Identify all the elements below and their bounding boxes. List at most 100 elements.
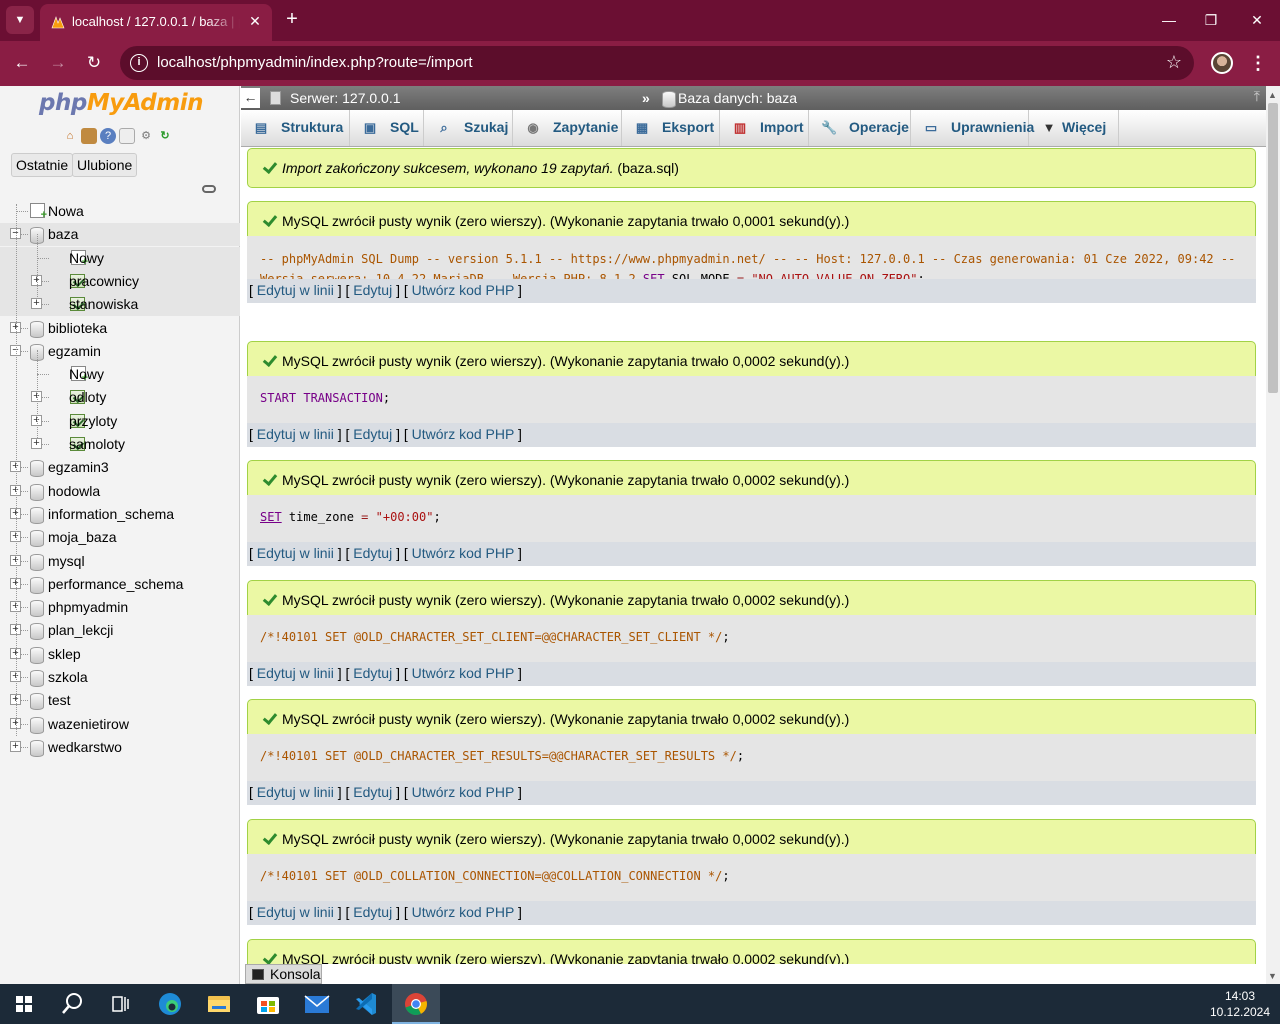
profile-avatar[interactable] <box>1211 52 1233 74</box>
tab-zapytanie[interactable]: ◉ Zapytanie <box>513 110 622 146</box>
tree-item-wedkarstwo[interactable]: + wedkarstwo <box>0 736 240 759</box>
minimize-button[interactable]: — <box>1158 10 1180 30</box>
scroll-up-arrow-icon[interactable]: ▲ <box>1268 90 1277 100</box>
restore-button[interactable]: ❐ <box>1200 10 1222 30</box>
tab-sql[interactable]: ▣ SQL <box>350 110 424 146</box>
site-info-icon[interactable]: i <box>130 54 148 72</box>
expand-icon[interactable]: + <box>10 741 21 752</box>
tree-item-nowy[interactable]: Nowy <box>0 363 240 386</box>
breadcrumb-server[interactable]: Serwer: 127.0.0.1 <box>290 90 401 106</box>
create-php-code-link[interactable]: Utwórz kod PHP <box>412 426 514 442</box>
browser-menu-icon[interactable]: ⋮ <box>1249 51 1267 75</box>
tree-item-phpmyadmin[interactable]: + phpmyadmin <box>0 596 240 619</box>
tree-item-test[interactable]: + test <box>0 689 240 712</box>
settings-gear-icon[interactable]: ⚙ <box>138 128 154 144</box>
help-icon[interactable]: ? <box>100 128 116 144</box>
tree-item-wazenietirow[interactable]: + wazenietirow <box>0 713 240 736</box>
edit-link[interactable]: Edytuj <box>353 282 392 298</box>
tab-struktura[interactable]: ▤ Struktura <box>241 110 350 146</box>
edit-link[interactable]: Edytuj <box>353 665 392 681</box>
browser-tab[interactable]: localhost / 127.0.0.1 / baza | phpMyAdmi… <box>40 4 272 41</box>
tree-item-hodowla[interactable]: + hodowla <box>0 480 240 503</box>
tab-eksport[interactable]: ▦ Eksport <box>622 110 720 146</box>
bookmark-star-icon[interactable]: ☆ <box>1166 52 1182 73</box>
edit-link[interactable]: Edytuj <box>353 904 392 920</box>
chrome-icon[interactable] <box>392 984 440 1024</box>
tree-item-sklep[interactable]: + sklep <box>0 643 240 666</box>
create-php-code-link[interactable]: Utwórz kod PHP <box>412 784 514 800</box>
tree-item-biblioteka[interactable]: + biblioteka <box>0 317 240 340</box>
tree-item-nowa[interactable]: Nowa <box>0 200 240 223</box>
tree-item-szkola[interactable]: + szkola <box>0 666 240 689</box>
new-tab-button[interactable]: + <box>281 9 303 31</box>
edit-link[interactable]: Edytuj <box>353 784 392 800</box>
create-php-code-link[interactable]: Utwórz kod PHP <box>412 545 514 561</box>
logout-icon[interactable] <box>81 128 97 144</box>
tab-wiecej[interactable]: ▼ Więcej <box>1029 110 1119 146</box>
tree-item-performance-schema[interactable]: + performance_schema <box>0 573 240 596</box>
reload-icon[interactable]: ↻ <box>83 52 105 74</box>
tree-item-odloty[interactable]: + odloty <box>0 386 240 409</box>
tree-item-przyloty[interactable]: + przyloty <box>0 410 240 433</box>
favorites-tab[interactable]: Ulubione <box>72 153 138 177</box>
tree-item-stanowiska[interactable]: + stanowiska <box>0 293 240 316</box>
collapse-nav-icon[interactable]: ← <box>241 88 260 108</box>
url-text[interactable]: localhost/phpmyadmin/index.php?route=/im… <box>157 54 473 71</box>
close-tab-icon[interactable]: ✕ <box>246 12 264 30</box>
mail-icon[interactable] <box>293 984 341 1024</box>
microsoft-store-icon[interactable] <box>244 984 292 1024</box>
tab-import[interactable]: ▥ Import <box>720 110 809 146</box>
scroll-top-icon[interactable]: ⤒ <box>1254 88 1260 105</box>
tree-item-mysql[interactable]: + mysql <box>0 550 240 573</box>
breadcrumb-database[interactable]: Baza danych: baza <box>678 90 797 106</box>
scrollbar-thumb[interactable] <box>1268 103 1278 393</box>
scroll-down-arrow-icon[interactable]: ▼ <box>1268 971 1277 981</box>
tree-item-pracownicy[interactable]: + pracownicy <box>0 270 240 293</box>
search-icon[interactable] <box>48 984 96 1024</box>
edit-link[interactable]: Edytuj <box>353 426 392 442</box>
address-bar[interactable]: i localhost/phpmyadmin/index.php?route=/… <box>120 46 1194 80</box>
forward-arrow-icon[interactable]: → <box>47 52 69 74</box>
tab-szukaj[interactable]: ⌕ Szukaj <box>424 110 513 146</box>
tree-item-samoloty[interactable]: + samoloty <box>0 433 240 456</box>
page-scrollbar[interactable]: ▲ ▼ <box>1266 86 1280 984</box>
tree-item-nowy[interactable]: Nowy <box>0 247 240 270</box>
tree-item-plan-lekcji[interactable]: + plan_lekcji <box>0 619 240 642</box>
edit-inline-link[interactable]: Edytuj w linii <box>257 545 334 561</box>
close-window-button[interactable]: ✕ <box>1246 10 1268 30</box>
refresh-icon[interactable]: ↻ <box>157 128 173 144</box>
link-with-main-panel-icon[interactable] <box>202 185 216 193</box>
edit-inline-link[interactable]: Edytuj w linii <box>257 904 334 920</box>
file-explorer-icon[interactable] <box>195 984 243 1024</box>
tree-item-moja-baza[interactable]: + moja_baza <box>0 526 240 549</box>
tab-uprawnienia[interactable]: ▭ Uprawnienia <box>911 110 1034 146</box>
recent-tab[interactable]: Ostatnie <box>11 153 74 177</box>
edit-inline-link[interactable]: Edytuj w linii <box>257 426 334 442</box>
system-clock[interactable]: 14:03 10.12.2024 <box>1208 988 1272 1020</box>
vscode-icon[interactable] <box>342 984 390 1024</box>
tree-item-egzamin[interactable]: − egzamin <box>0 340 240 363</box>
tab-search-button[interactable]: ▼ <box>6 6 34 34</box>
tab-operacje[interactable]: 🔧 Operacje <box>809 110 911 146</box>
sql-token: START TRANSACTION <box>260 391 383 405</box>
docs-icon[interactable] <box>119 128 135 144</box>
create-php-code-link[interactable]: Utwórz kod PHP <box>412 665 514 681</box>
edit-inline-link[interactable]: Edytuj w linii <box>257 665 334 681</box>
task-view-icon[interactable] <box>96 984 144 1024</box>
console-toggle[interactable]: Konsola <box>245 964 322 984</box>
phpmyadmin-logo[interactable]: phpMyAdmin <box>39 90 203 116</box>
edge-icon[interactable] <box>146 984 194 1024</box>
create-php-code-link[interactable]: Utwórz kod PHP <box>412 282 514 298</box>
expand-icon[interactable]: + <box>31 438 42 449</box>
windows-start-icon[interactable] <box>0 984 48 1024</box>
tree-item-information-schema[interactable]: + information_schema <box>0 503 240 526</box>
edit-inline-link[interactable]: Edytuj w linii <box>257 784 334 800</box>
tree-item-baza[interactable]: − baza <box>0 223 240 246</box>
back-arrow-icon[interactable]: ← <box>11 52 33 74</box>
tree-item-egzamin3[interactable]: + egzamin3 <box>0 456 240 479</box>
create-php-code-link[interactable]: Utwórz kod PHP <box>412 904 514 920</box>
edit-link[interactable]: Edytuj <box>353 545 392 561</box>
home-icon[interactable]: ⌂ <box>62 128 78 144</box>
edit-inline-link[interactable]: Edytuj w linii <box>257 282 334 298</box>
expand-icon[interactable]: + <box>31 298 42 309</box>
